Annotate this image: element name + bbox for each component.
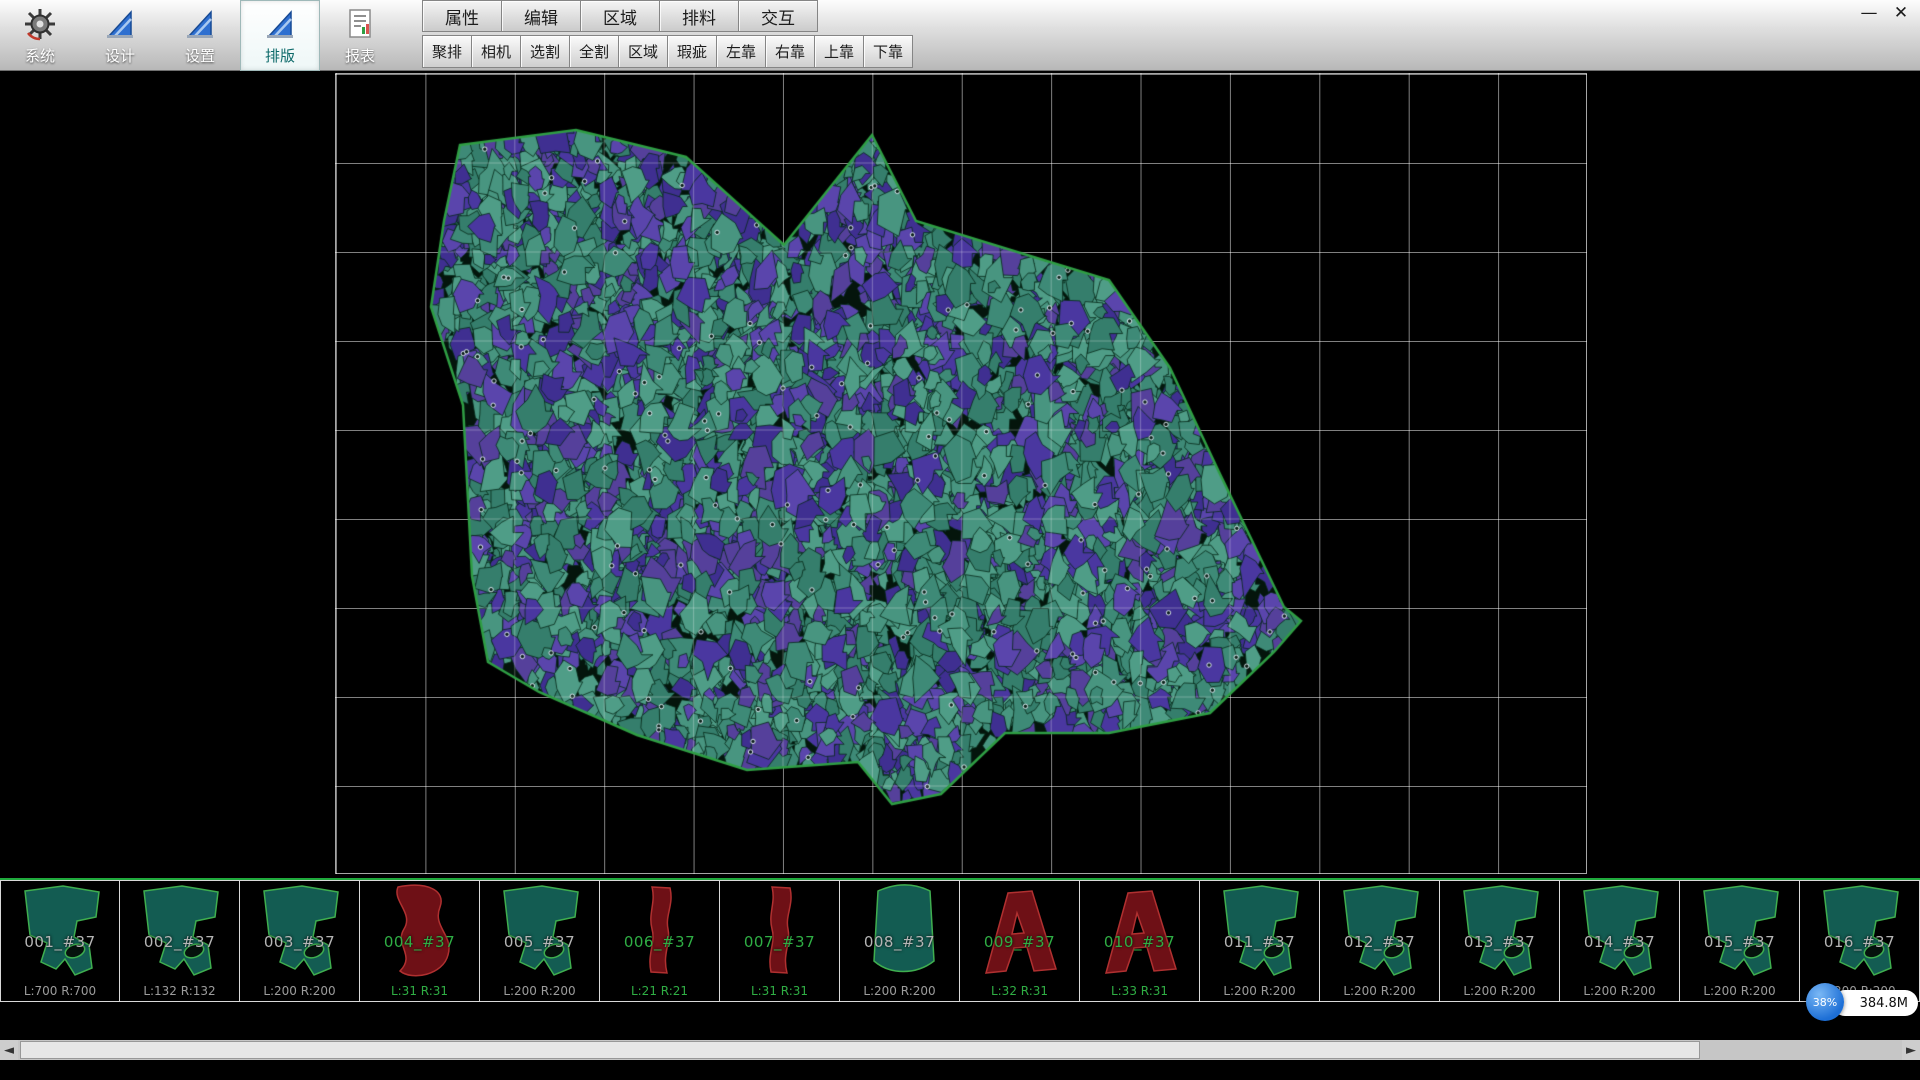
app-label: 设置 xyxy=(185,45,215,66)
scroll-right-arrow[interactable]: ► xyxy=(1902,1040,1920,1060)
app-label: 设计 xyxy=(105,45,135,66)
piece-thumb-1[interactable]: 001_#37 L:700 R:700 xyxy=(0,880,120,1002)
piece-name: 007_#37 xyxy=(720,933,839,951)
piece-lr-count: L:200 R:200 xyxy=(1440,984,1559,998)
app-button-layout[interactable]: 排版 xyxy=(240,0,320,71)
nesting-preview-canvas[interactable] xyxy=(336,74,1586,873)
piece-name: 013_#37 xyxy=(1440,933,1559,951)
system-gear-icon xyxy=(22,6,58,42)
piece-thumb-10[interactable]: 010_#37 L:33 R:31 xyxy=(1080,880,1200,1002)
piece-name: 012_#37 xyxy=(1320,933,1439,951)
piece-lr-count: L:31 R:31 xyxy=(360,984,479,998)
scrollbar-thumb[interactable] xyxy=(20,1041,1700,1059)
app-launcher: 系统 设计 设置 xyxy=(0,0,400,71)
scrollbar-track[interactable] xyxy=(18,1040,1902,1060)
piece-thumb-14[interactable]: 014_#37 L:200 R:200 xyxy=(1560,880,1680,1002)
piece-name: 004_#37 xyxy=(360,933,479,951)
piece-lr-count: L:132 R:132 xyxy=(120,984,239,998)
piece-name: 009_#37 xyxy=(960,933,1079,951)
workspace xyxy=(0,72,1920,878)
tool-button-row: 聚排 相机 选割 全割 区域 瑕疵 左靠 右靠 上靠 下靠 xyxy=(422,32,912,71)
piece-lr-count: L:200 R:200 xyxy=(1680,984,1799,998)
tab-region[interactable]: 区域 xyxy=(580,0,660,32)
piece-lr-count: L:200 R:200 xyxy=(240,984,359,998)
memory-badge: 384.8M xyxy=(1832,990,1918,1016)
piece-lr-count: L:200 R:200 xyxy=(1320,984,1439,998)
app-button-report[interactable]: 报表 xyxy=(320,0,400,71)
piece-name: 010_#37 xyxy=(1080,933,1199,951)
tab-properties[interactable]: 属性 xyxy=(422,0,502,32)
piece-lr-count: L:200 R:200 xyxy=(1200,984,1319,998)
menu-tab-row: 属性 编辑 区域 排料 交互 xyxy=(422,0,912,32)
piece-name: 014_#37 xyxy=(1560,933,1679,951)
piece-name: 005_#37 xyxy=(480,933,599,951)
piece-name: 001_#37 xyxy=(1,933,119,951)
button-align-left[interactable]: 左靠 xyxy=(716,35,766,68)
horizontal-scrollbar[interactable]: ◄ ► xyxy=(0,1040,1920,1060)
piece-thumb-3[interactable]: 003_#37 L:200 R:200 xyxy=(240,880,360,1002)
piece-thumb-5[interactable]: 005_#37 L:200 R:200 xyxy=(480,880,600,1002)
report-document-icon xyxy=(342,6,378,42)
app-button-system[interactable]: 系统 xyxy=(0,0,80,71)
menu-area: 属性 编辑 区域 排料 交互 聚排 相机 选割 全割 区域 瑕疵 左靠 右靠 上… xyxy=(422,0,912,71)
piece-lr-count: L:21 R:21 xyxy=(600,984,719,998)
piece-lr-count: L:200 R:200 xyxy=(1560,984,1679,998)
nesting-grid-region[interactable] xyxy=(335,73,1587,874)
button-cluster-nest[interactable]: 聚排 xyxy=(422,35,472,68)
app-label: 报表 xyxy=(345,45,375,66)
button-align-bottom[interactable]: 下靠 xyxy=(863,35,913,68)
piece-thumb-8[interactable]: 008_#37 L:200 R:200 xyxy=(840,880,960,1002)
layout-triangle-icon xyxy=(262,6,298,42)
tab-interaction[interactable]: 交互 xyxy=(738,0,818,32)
main-toolbar: 系统 设计 设置 xyxy=(0,0,1920,71)
settings-triangle-icon xyxy=(182,6,218,42)
piece-name: 008_#37 xyxy=(840,933,959,951)
piece-name: 002_#37 xyxy=(120,933,239,951)
tab-edit[interactable]: 编辑 xyxy=(501,0,581,32)
window-controls: — ✕ xyxy=(1856,2,1914,24)
minimize-button[interactable]: — xyxy=(1856,2,1882,24)
piece-lr-count: L:200 R:200 xyxy=(480,984,599,998)
tab-nesting[interactable]: 排料 xyxy=(659,0,739,32)
button-defect[interactable]: 瑕疵 xyxy=(667,35,717,68)
piece-thumb-7[interactable]: 007_#37 L:31 R:31 xyxy=(720,880,840,1002)
piece-lr-count: L:700 R:700 xyxy=(1,984,119,998)
close-button[interactable]: ✕ xyxy=(1888,2,1914,24)
design-triangle-icon xyxy=(102,6,138,42)
piece-thumb-9[interactable]: 009_#37 L:32 R:31 xyxy=(960,880,1080,1002)
app-label: 系统 xyxy=(25,45,55,66)
button-align-right[interactable]: 右靠 xyxy=(765,35,815,68)
piece-thumb-12[interactable]: 012_#37 L:200 R:200 xyxy=(1320,880,1440,1002)
memory-value: 384.8M xyxy=(1860,996,1908,1011)
piece-lr-count: L:32 R:31 xyxy=(960,984,1079,998)
piece-name: 011_#37 xyxy=(1200,933,1319,951)
progress-badge: 38% xyxy=(1806,983,1844,1021)
pieces-strip: 001_#37L:700 R:700002_#37L:132 R:132003_… xyxy=(0,878,1920,1002)
scroll-left-arrow[interactable]: ◄ xyxy=(0,1040,18,1060)
piece-thumb-15[interactable]: 015_#37 L:200 R:200 xyxy=(1680,880,1800,1002)
piece-thumb-13[interactable]: 013_#37 L:200 R:200 xyxy=(1440,880,1560,1002)
piece-name: 016_#37 xyxy=(1800,933,1919,951)
piece-lr-count: L:31 R:31 xyxy=(720,984,839,998)
button-select-cut[interactable]: 选割 xyxy=(520,35,570,68)
piece-name: 006_#37 xyxy=(600,933,719,951)
piece-thumb-11[interactable]: 011_#37 L:200 R:200 xyxy=(1200,880,1320,1002)
app-button-design[interactable]: 设计 xyxy=(80,0,160,71)
progress-value: 38% xyxy=(1813,996,1837,1009)
app-label: 排版 xyxy=(265,45,295,66)
piece-lr-count: L:200 R:200 xyxy=(840,984,959,998)
piece-thumb-4[interactable]: 004_#37 L:31 R:31 xyxy=(360,880,480,1002)
piece-thumb-6[interactable]: 006_#37 L:21 R:21 xyxy=(600,880,720,1002)
button-region[interactable]: 区域 xyxy=(618,35,668,68)
button-cut-all[interactable]: 全割 xyxy=(569,35,619,68)
app-button-settings[interactable]: 设置 xyxy=(160,0,240,71)
button-camera[interactable]: 相机 xyxy=(471,35,521,68)
piece-lr-count: L:33 R:31 xyxy=(1080,984,1199,998)
button-align-top[interactable]: 上靠 xyxy=(814,35,864,68)
piece-thumb-2[interactable]: 002_#37 L:132 R:132 xyxy=(120,880,240,1002)
piece-name: 015_#37 xyxy=(1680,933,1799,951)
piece-name: 003_#37 xyxy=(240,933,359,951)
